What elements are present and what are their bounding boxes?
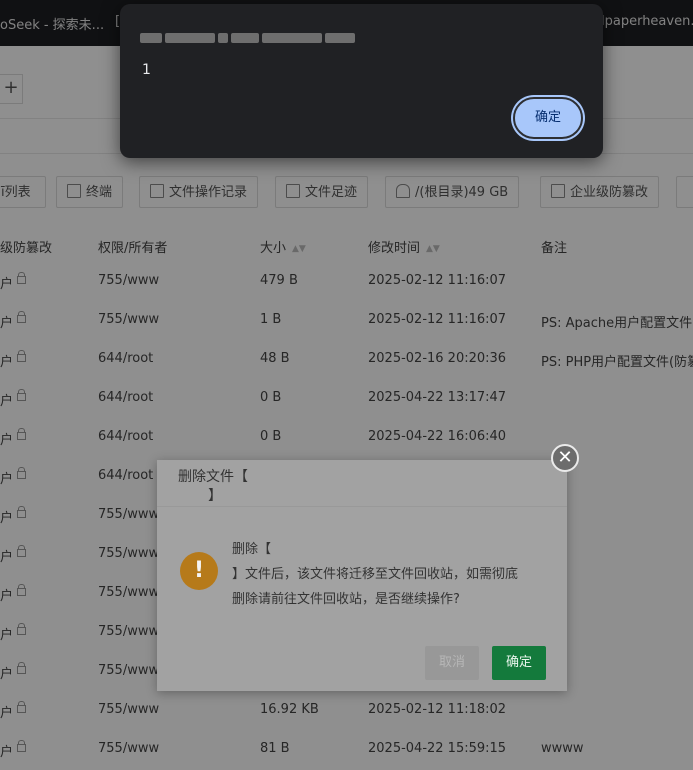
alert-ok-button[interactable]: 确定 [513, 97, 583, 139]
warning-icon: ! [180, 552, 218, 590]
dialog-text-line1: 删除【 [232, 542, 272, 557]
dialog-text-line3: 删除请前往文件回收站，是否继续操作? [232, 592, 460, 607]
alert-message: 1 [142, 62, 151, 78]
dialog-title: 删除文件【 [178, 469, 248, 485]
confirm-button[interactable]: 确定 [492, 646, 546, 680]
alert-origin-blurred [140, 30, 355, 46]
close-icon[interactable]: ✕ [551, 444, 579, 472]
dialog-header: 删除文件【 】 [157, 460, 567, 507]
cancel-button[interactable]: 取消 [425, 646, 479, 680]
browser-alert-dialog: 1 确定 [120, 4, 603, 158]
dialog-title-suffix: 】 [208, 488, 222, 504]
dialog-text-line2: 】文件后，该文件将迁移至文件回收站，如需彻底 [232, 567, 519, 582]
delete-file-dialog: 删除文件【 】 ✕ ! 删除【 】文件后，该文件将迁移至文件回收站，如需彻底 删… [157, 444, 579, 691]
